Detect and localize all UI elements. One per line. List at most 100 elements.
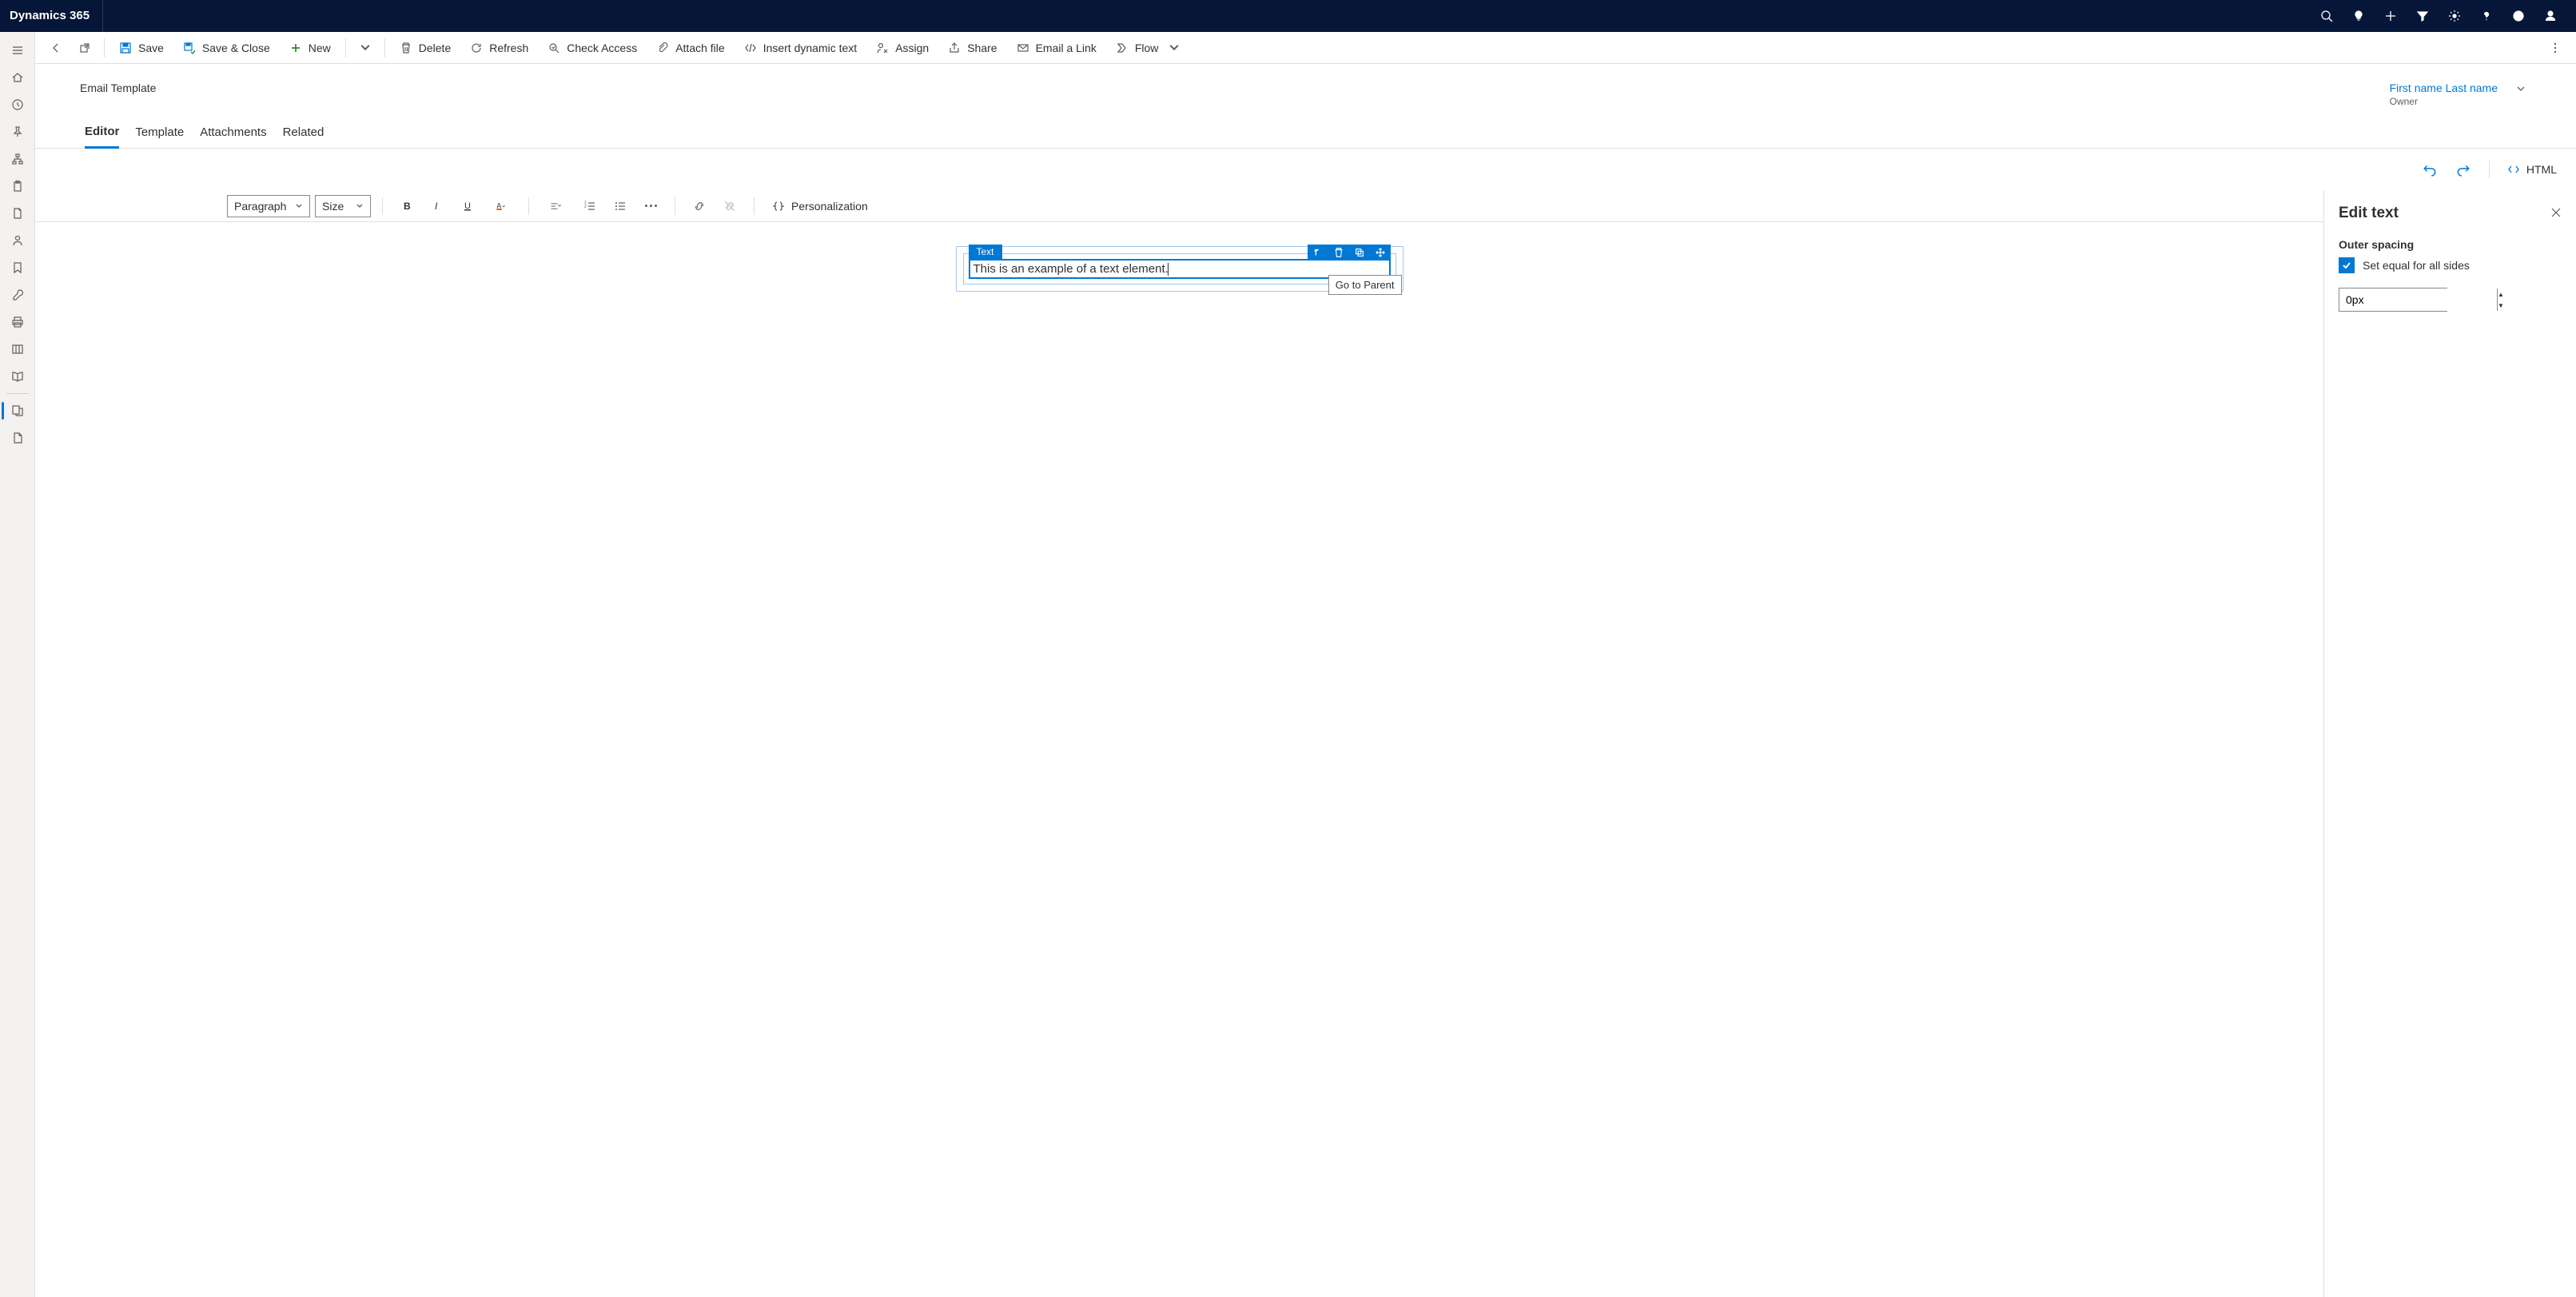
underline-button[interactable]: U — [455, 195, 480, 217]
text-content[interactable]: This is an example of a text element. — [973, 262, 1169, 276]
sitemap-icon[interactable] — [0, 145, 35, 173]
spacing-decrease-icon[interactable]: ▼ — [2498, 300, 2504, 311]
panel-title: Edit text — [2339, 205, 2399, 222]
owner-label: Owner — [2390, 96, 2498, 107]
editor-action-bar: HTML — [35, 149, 2576, 190]
document-icon[interactable] — [0, 200, 35, 227]
new-button[interactable]: New — [281, 35, 339, 61]
undo-button[interactable] — [2417, 157, 2443, 182]
app-brand: Dynamics 365 — [10, 0, 103, 32]
attach-file-button[interactable]: Attach file — [648, 35, 732, 61]
owner-link[interactable]: First name Last name — [2390, 82, 2498, 94]
insert-dynamic-button[interactable]: Insert dynamic text — [736, 35, 866, 61]
account-icon[interactable] — [2534, 0, 2566, 32]
lightbulb-icon[interactable] — [2343, 0, 2375, 32]
command-bar: Save Save & Close New Delete Refresh Che… — [35, 32, 2576, 64]
section-outline[interactable]: Text This is an example of a text elemen… — [956, 246, 1403, 292]
outer-spacing-label: Outer spacing — [2339, 238, 2562, 251]
home-icon[interactable] — [0, 64, 35, 91]
element-move-icon[interactable] — [1370, 245, 1391, 261]
refresh-button[interactable]: Refresh — [462, 35, 536, 61]
bookmark-icon[interactable] — [0, 254, 35, 281]
feedback-icon[interactable] — [2502, 0, 2534, 32]
book-icon[interactable] — [0, 363, 35, 390]
spacing-increase-icon[interactable]: ▲ — [2498, 288, 2504, 300]
save-button[interactable]: Save — [111, 35, 172, 61]
font-color-button[interactable]: A — [485, 195, 517, 217]
filter-icon[interactable] — [2407, 0, 2439, 32]
redo-button[interactable] — [2451, 157, 2476, 182]
bold-button[interactable]: B — [394, 195, 420, 217]
format-toolbar: Paragraph Size B I U A 12 Perso — [35, 190, 2323, 222]
properties-panel: Edit text Outer spacing Set equal for al… — [2323, 190, 2576, 1297]
assign-button[interactable]: Assign — [868, 35, 937, 61]
wrench-icon[interactable] — [0, 281, 35, 308]
go-to-parent-tooltip: Go to Parent — [1328, 275, 1402, 295]
print-icon[interactable] — [0, 308, 35, 336]
italic-button[interactable]: I — [424, 195, 450, 217]
recent-icon[interactable] — [0, 91, 35, 118]
new-dropdown-icon[interactable] — [352, 35, 378, 61]
svg-text:B: B — [404, 201, 411, 212]
library-icon[interactable] — [0, 336, 35, 363]
header-expand-icon[interactable] — [2515, 82, 2526, 97]
svg-text:2: 2 — [584, 205, 587, 209]
element-delete-icon[interactable] — [1328, 245, 1349, 261]
editor-canvas[interactable]: Text This is an example of a text elemen… — [35, 222, 2323, 1297]
back-button[interactable] — [43, 35, 69, 61]
set-equal-checkbox[interactable] — [2339, 257, 2355, 273]
delete-button[interactable]: Delete — [392, 35, 459, 61]
page-nav-icon[interactable] — [0, 424, 35, 452]
page-header: Email Template First name Last name Owne… — [35, 64, 2576, 107]
save-close-button[interactable]: Save & Close — [175, 35, 278, 61]
unlink-button[interactable] — [717, 195, 743, 217]
share-button[interactable]: Share — [940, 35, 1005, 61]
clipboard-icon[interactable] — [0, 173, 35, 200]
check-access-button[interactable]: Check Access — [539, 35, 645, 61]
align-button[interactable] — [540, 195, 572, 217]
tab-editor[interactable]: Editor — [85, 125, 119, 149]
global-nav-bar: Dynamics 365 — [0, 0, 2576, 32]
html-view-button[interactable]: HTML — [2502, 160, 2562, 179]
spacing-input[interactable]: ▲ ▼ — [2339, 288, 2447, 312]
svg-text:I: I — [435, 201, 438, 212]
settings-icon[interactable] — [2439, 0, 2470, 32]
numbered-list-button[interactable]: 12 — [577, 195, 603, 217]
bullet-list-button[interactable] — [607, 195, 633, 217]
panel-close-icon[interactable] — [2550, 207, 2562, 221]
link-button[interactable] — [687, 195, 712, 217]
help-icon[interactable] — [2470, 0, 2502, 32]
add-icon[interactable] — [2375, 0, 2407, 32]
element-toolbar — [1308, 245, 1391, 261]
person-icon[interactable] — [0, 227, 35, 254]
email-link-button[interactable]: Email a Link — [1009, 35, 1105, 61]
search-icon[interactable] — [2311, 0, 2343, 32]
rail-divider — [6, 393, 29, 394]
element-type-badge: Text — [969, 245, 1002, 259]
column-outline[interactable]: Text This is an example of a text elemen… — [963, 253, 1396, 284]
text-cursor — [1168, 263, 1169, 276]
tab-template[interactable]: Template — [135, 125, 184, 148]
entity-name: Email Template — [80, 82, 2390, 94]
more-format-icon[interactable] — [638, 195, 663, 217]
templates-nav-icon[interactable] — [0, 397, 35, 424]
text-element[interactable]: Text This is an example of a text elemen… — [969, 259, 1391, 279]
form-tabs: Editor Template Attachments Related — [35, 107, 2576, 149]
element-go-parent-icon[interactable] — [1308, 245, 1328, 261]
set-equal-label: Set equal for all sides — [2363, 259, 2470, 272]
left-nav-rail — [0, 32, 35, 1297]
tab-related[interactable]: Related — [283, 125, 324, 148]
open-new-window-icon[interactable] — [72, 35, 98, 61]
flow-button[interactable]: Flow — [1108, 35, 1189, 61]
pinned-icon[interactable] — [0, 118, 35, 145]
element-duplicate-icon[interactable] — [1349, 245, 1370, 261]
more-commands-icon[interactable] — [2542, 35, 2568, 61]
hamburger-icon[interactable] — [0, 37, 35, 64]
size-select[interactable]: Size — [315, 195, 371, 217]
paragraph-select[interactable]: Paragraph — [227, 195, 310, 217]
spacing-value-field[interactable] — [2339, 288, 2497, 311]
personalization-button[interactable]: Personalization — [766, 195, 874, 217]
tab-attachments[interactable]: Attachments — [200, 125, 266, 148]
svg-text:U: U — [464, 201, 471, 211]
svg-text:A: A — [496, 201, 501, 209]
